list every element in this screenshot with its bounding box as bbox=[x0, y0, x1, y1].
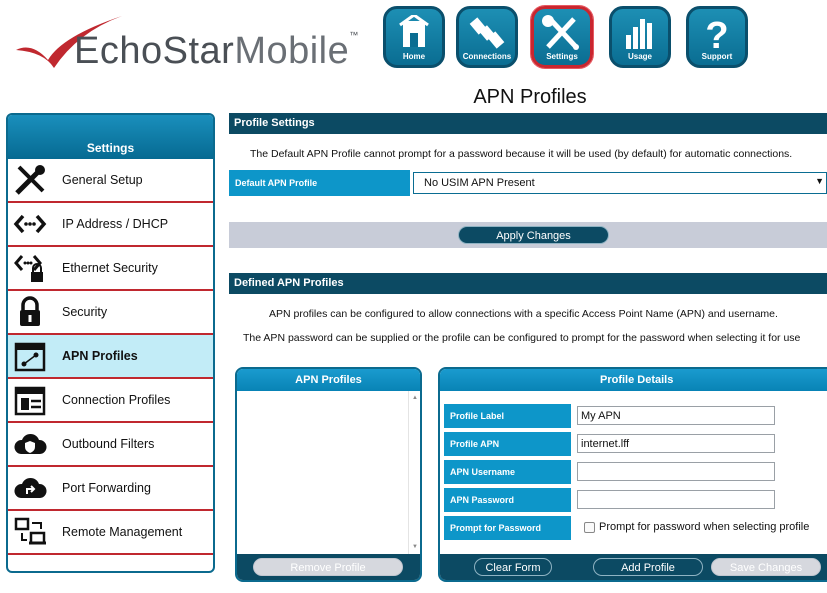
nav-label: Connections bbox=[462, 52, 512, 61]
profile-details-panel: Profile Details Profile Label Profile AP… bbox=[438, 367, 827, 582]
network-lock-icon bbox=[8, 246, 52, 290]
nav-settings-button[interactable]: Settings bbox=[531, 6, 593, 68]
prompt-password-checkbox-label[interactable]: Prompt for password when selecting profi… bbox=[599, 521, 809, 533]
sidebar-item-apn-profiles[interactable]: APN Profiles bbox=[8, 335, 213, 379]
sidebar-item-general-setup[interactable]: General Setup bbox=[8, 159, 213, 203]
sidebar-item-connection-profiles[interactable]: Connection Profiles bbox=[8, 379, 213, 423]
tools-icon bbox=[8, 158, 52, 202]
clear-form-button[interactable]: Clear Form bbox=[474, 558, 552, 576]
svg-text:?: ? bbox=[705, 15, 728, 51]
remove-profile-button[interactable]: Remove Profile bbox=[253, 558, 403, 576]
profile-label-input[interactable] bbox=[577, 406, 775, 425]
nav-usage-button[interactable]: Usage bbox=[609, 6, 671, 68]
sidebar-item-label: Connection Profiles bbox=[62, 393, 171, 407]
nav-home-button[interactable]: Home bbox=[383, 6, 445, 68]
brand-name: EchoStarMobile™ bbox=[74, 30, 359, 72]
add-profile-button[interactable]: Add Profile bbox=[593, 558, 703, 576]
list-scrollbar[interactable]: ▲ ▼ bbox=[408, 391, 420, 554]
remote-devices-icon bbox=[8, 510, 52, 554]
home-icon bbox=[399, 15, 429, 47]
default-apn-profile-select[interactable]: No USIM APN Present ▼ bbox=[413, 172, 827, 194]
list-footer: Remove Profile bbox=[237, 554, 420, 580]
satellite-icon bbox=[469, 17, 505, 49]
apn-profiles-list[interactable] bbox=[237, 391, 408, 554]
sidebar-item-security[interactable]: Security bbox=[8, 291, 213, 335]
bar-chart-icon bbox=[626, 19, 652, 49]
sidebar-item-label: APN Profiles bbox=[62, 349, 138, 363]
apn-username-label: APN Username bbox=[444, 460, 571, 484]
echostar-logo: EchoStarMobile™ bbox=[14, 12, 364, 72]
apn-password-label: APN Password bbox=[444, 488, 571, 512]
profile-settings-header: Profile Settings bbox=[229, 113, 827, 134]
sidebar-item-label: General Setup bbox=[62, 173, 143, 187]
nav-label: Usage bbox=[627, 52, 652, 61]
sidebar-item-port-forwarding[interactable]: Port Forwarding bbox=[8, 467, 213, 511]
sidebar-item-remote-management[interactable]: Remote Management bbox=[8, 511, 213, 555]
cloud-shield-icon bbox=[8, 422, 52, 466]
default-apn-profile-value: No USIM APN Present bbox=[424, 177, 535, 189]
network-arrows-icon bbox=[8, 202, 52, 246]
prompt-password-label: Prompt for Password bbox=[444, 516, 571, 540]
scroll-down-icon[interactable]: ▼ bbox=[412, 544, 418, 550]
profile-details-title: Profile Details bbox=[440, 369, 827, 391]
defined-note-2: The APN password can be supplied or the … bbox=[243, 332, 801, 344]
save-changes-button[interactable]: Save Changes bbox=[711, 558, 821, 576]
sidebar-item-label: IP Address / DHCP bbox=[62, 217, 169, 231]
sidebar-item-label: Remote Management bbox=[62, 525, 183, 539]
prompt-password-row: Prompt for Password Prompt for password … bbox=[444, 516, 827, 540]
profile-apn-input[interactable] bbox=[577, 434, 775, 453]
scroll-up-icon[interactable]: ▲ bbox=[412, 395, 418, 401]
apn-username-input[interactable] bbox=[577, 462, 775, 481]
padlock-icon bbox=[8, 290, 52, 334]
profile-label-label: Profile Label bbox=[444, 404, 571, 428]
page-title: APN Profiles bbox=[473, 86, 587, 108]
tools-icon bbox=[542, 15, 579, 50]
sidebar-item-outbound-filters[interactable]: Outbound Filters bbox=[8, 423, 213, 467]
sidebar-title: Settings bbox=[8, 115, 213, 159]
default-apn-profile-label: Default APN Profile bbox=[229, 170, 410, 196]
defined-note-1: APN profiles can be configured to allow … bbox=[269, 308, 778, 320]
apply-changes-button[interactable]: Apply Changes bbox=[458, 226, 609, 244]
details-footer: Clear Form Add Profile Save Changes bbox=[440, 554, 827, 580]
sidebar-item-ip-address-dhcp[interactable]: IP Address / DHCP bbox=[8, 203, 213, 247]
sidebar-item-ethernet-security[interactable]: Ethernet Security bbox=[8, 247, 213, 291]
sidebar-item-label: Ethernet Security bbox=[62, 261, 158, 275]
prompt-password-checkbox[interactable] bbox=[584, 522, 595, 533]
apn-profiles-list-title: APN Profiles bbox=[237, 369, 420, 391]
connection-calendar-icon bbox=[8, 378, 52, 422]
dropdown-arrow-icon: ▼ bbox=[815, 176, 824, 186]
sidebar-item-label: Outbound Filters bbox=[62, 437, 155, 451]
cloud-share-icon bbox=[8, 466, 52, 510]
apn-calendar-icon bbox=[8, 334, 52, 378]
sidebar-item-label: Port Forwarding bbox=[62, 481, 151, 495]
nav-support-button[interactable]: ? Support bbox=[686, 6, 748, 68]
default-profile-note: The Default APN Profile cannot prompt fo… bbox=[250, 148, 793, 160]
question-icon: ? bbox=[705, 15, 728, 51]
apn-password-input[interactable] bbox=[577, 490, 775, 509]
nav-connections-button[interactable]: Connections bbox=[456, 6, 518, 68]
apn-profiles-list-panel: APN Profiles ▲ ▼ Remove Profile bbox=[235, 367, 422, 582]
settings-sidebar: Settings General Setup IP Address / DHCP… bbox=[6, 113, 215, 573]
nav-label: Home bbox=[402, 52, 426, 61]
nav-label: Settings bbox=[546, 52, 578, 61]
nav-label: Support bbox=[701, 52, 733, 61]
defined-apn-profiles-header: Defined APN Profiles bbox=[229, 273, 827, 294]
profile-apn-label: Profile APN bbox=[444, 432, 571, 456]
sidebar-item-label: Security bbox=[62, 305, 108, 319]
